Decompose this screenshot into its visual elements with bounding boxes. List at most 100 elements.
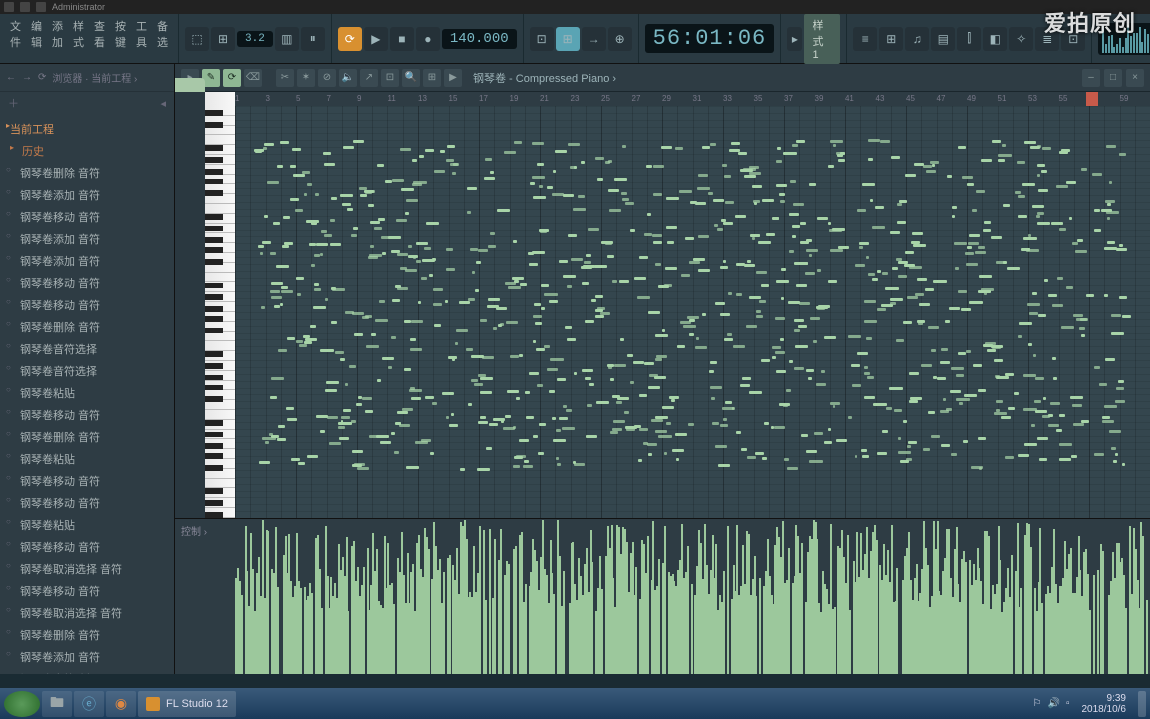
midi-note[interactable] (655, 334, 668, 337)
midi-note[interactable] (1005, 456, 1014, 459)
midi-note[interactable] (777, 147, 781, 150)
midi-note[interactable] (1056, 185, 1068, 188)
history-item[interactable]: 钢琴卷移动 音符 (0, 492, 174, 514)
midi-note[interactable] (653, 241, 661, 244)
midi-note[interactable] (351, 420, 356, 423)
midi-note[interactable] (283, 216, 291, 219)
midi-note[interactable] (758, 241, 771, 244)
midi-note[interactable] (848, 416, 852, 419)
midi-note[interactable] (485, 158, 492, 161)
midi-note[interactable] (287, 337, 295, 340)
midi-note[interactable] (375, 319, 388, 322)
midi-note[interactable] (967, 246, 972, 249)
midi-note[interactable] (1119, 296, 1126, 299)
midi-note[interactable] (377, 379, 381, 382)
velocity-label[interactable]: 控制 › (175, 519, 235, 674)
midi-note[interactable] (271, 377, 285, 380)
midi-note[interactable] (426, 222, 439, 225)
history-item[interactable]: 钢琴卷移动 音符 (0, 580, 174, 602)
midi-note[interactable] (472, 271, 475, 274)
midi-note[interactable] (567, 285, 572, 288)
midi-note[interactable] (987, 349, 996, 352)
midi-note[interactable] (881, 304, 893, 307)
midi-note[interactable] (996, 400, 1003, 403)
midi-note[interactable] (789, 250, 795, 253)
midi-note[interactable] (392, 299, 401, 302)
midi-note[interactable] (1033, 354, 1037, 357)
midi-note[interactable] (744, 264, 756, 267)
midi-note[interactable] (995, 375, 1000, 378)
midi-note[interactable] (493, 327, 497, 330)
midi-note[interactable] (931, 435, 940, 438)
end-marker[interactable] (1086, 92, 1098, 106)
midi-note[interactable] (1122, 463, 1125, 466)
midi-note[interactable] (408, 255, 418, 258)
midi-note[interactable] (533, 196, 546, 199)
midi-note[interactable] (1037, 212, 1044, 215)
midi-note[interactable] (1059, 151, 1068, 154)
midi-note[interactable] (994, 359, 1002, 362)
midi-note[interactable] (908, 441, 918, 444)
midi-note[interactable] (1037, 222, 1050, 225)
midi-note[interactable] (753, 200, 760, 203)
midi-note[interactable] (625, 426, 638, 429)
midi-note[interactable] (563, 405, 567, 408)
midi-note[interactable] (868, 139, 880, 142)
midi-note[interactable] (882, 430, 888, 433)
midi-note[interactable] (539, 185, 543, 188)
midi-note[interactable] (608, 366, 612, 369)
midi-note[interactable] (749, 166, 759, 169)
midi-note[interactable] (806, 249, 819, 252)
midi-note[interactable] (270, 396, 276, 399)
midi-note[interactable] (917, 278, 927, 281)
midi-note[interactable] (345, 383, 348, 386)
midi-note[interactable] (655, 358, 663, 361)
midi-note[interactable] (809, 183, 815, 186)
midi-note[interactable] (779, 193, 786, 196)
midi-note[interactable] (582, 369, 593, 372)
history-item[interactable]: 钢琴卷取消选择 音符 (0, 602, 174, 624)
tray-vol-icon[interactable]: 🔊 (1048, 698, 1060, 709)
midi-note[interactable] (653, 193, 662, 196)
midi-note[interactable] (314, 254, 321, 257)
midi-note[interactable] (446, 416, 449, 419)
midi-note[interactable] (969, 301, 983, 304)
pr-t5-icon[interactable]: ↗ (360, 69, 378, 87)
midi-note[interactable] (1092, 173, 1101, 176)
midi-note[interactable] (952, 206, 957, 209)
midi-note[interactable] (1023, 237, 1037, 240)
midi-note[interactable] (928, 411, 935, 414)
midi-note[interactable] (932, 164, 935, 167)
midi-note[interactable] (299, 344, 307, 347)
snap-display[interactable]: 3.2 (237, 31, 273, 47)
midi-note[interactable] (919, 303, 931, 306)
midi-note[interactable] (520, 283, 527, 286)
midi-note[interactable] (646, 165, 651, 168)
pr-t2-icon[interactable]: ✶ (297, 69, 315, 87)
midi-note[interactable] (1066, 286, 1072, 289)
view-t1-icon[interactable]: ◧ (983, 27, 1007, 51)
midi-note[interactable] (958, 146, 966, 149)
midi-note[interactable] (488, 298, 500, 301)
midi-note[interactable] (864, 372, 869, 375)
tempo-display[interactable]: 140.000 (442, 29, 517, 49)
midi-note[interactable] (352, 312, 363, 315)
midi-note[interactable] (729, 149, 739, 152)
midi-note[interactable] (292, 148, 302, 151)
stop-button[interactable]: ■ (390, 27, 414, 51)
history-item[interactable]: 钢琴卷粘贴 (0, 514, 174, 536)
piano-keyboard[interactable] (205, 92, 235, 518)
midi-note[interactable] (732, 407, 735, 410)
midi-note[interactable] (541, 307, 546, 310)
midi-note[interactable] (442, 392, 454, 395)
midi-note[interactable] (712, 422, 718, 425)
midi-note[interactable] (918, 322, 923, 325)
midi-note[interactable] (792, 225, 801, 228)
midi-note[interactable] (1027, 303, 1041, 306)
midi-note[interactable] (400, 148, 411, 151)
midi-note[interactable] (412, 183, 422, 186)
midi-note[interactable] (880, 140, 891, 143)
midi-note[interactable] (824, 336, 836, 339)
midi-note[interactable] (862, 183, 875, 186)
midi-note[interactable] (647, 213, 652, 216)
